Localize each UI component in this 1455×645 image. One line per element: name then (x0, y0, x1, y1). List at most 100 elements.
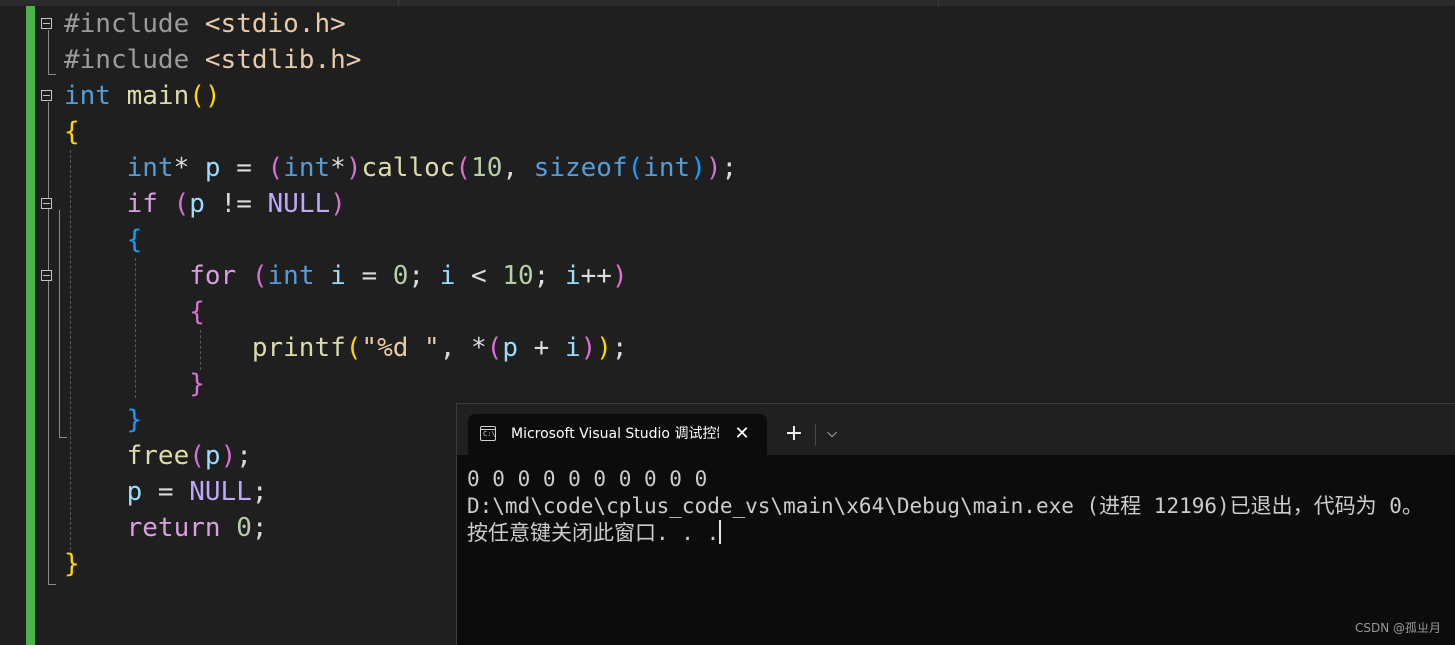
collapse-icon[interactable] (41, 18, 52, 29)
code-token: ( (486, 333, 503, 363)
code-token: "%d " (361, 333, 440, 363)
code-token: { (64, 117, 80, 147)
code-token: ( (251, 261, 268, 291)
code-line[interactable]: #include <stdlib.h> (64, 42, 361, 78)
chevron-down-icon[interactable]: ⌵ (821, 420, 843, 448)
code-token: ; (236, 441, 252, 471)
code-token: ( (455, 153, 472, 183)
code-token: ; (611, 333, 628, 363)
code-token: } (126, 405, 143, 435)
code-token: for (189, 261, 237, 291)
code-token: ) (596, 333, 612, 363)
code-line[interactable]: printf("%d ", *(p + i)); (64, 330, 628, 366)
code-token: p (204, 153, 221, 183)
collapse-icon[interactable] (41, 90, 52, 101)
code-line[interactable]: return 0; (64, 510, 268, 546)
code-token: ++ (580, 261, 612, 291)
code-token: * (330, 153, 346, 183)
code-token: ; (408, 261, 440, 291)
code-token: = (220, 153, 268, 183)
code-token: i (564, 333, 581, 363)
console-output-line: 0 0 0 0 0 0 0 0 0 0 (467, 467, 708, 491)
text-cursor (719, 520, 722, 544)
console-output-line: D:\md\code\cplus_code_vs\main\x64\Debug\… (467, 494, 1423, 518)
code-token: ( (173, 189, 190, 219)
code-token: ( (267, 153, 284, 183)
code-token: { (126, 225, 143, 255)
code-token: } (64, 549, 80, 579)
code-token: 0 (392, 261, 409, 291)
code-line[interactable]: int* p = (int*)calloc(10, sizeof(int)); (64, 150, 738, 186)
code-token: ( (627, 153, 644, 183)
fold-line (48, 30, 49, 74)
code-token: ) (330, 189, 346, 219)
code-token: ; (251, 513, 268, 543)
code-token: <stdlib.h> (204, 45, 362, 75)
console-output[interactable]: 0 0 0 0 0 0 0 0 0 0 D:\md\code\cplus_cod… (467, 466, 1452, 547)
code-token: ( (189, 441, 205, 471)
code-line[interactable]: { (64, 294, 205, 330)
new-tab-button[interactable]: + (782, 420, 806, 448)
code-token: int (643, 153, 691, 183)
code-token: ) (345, 153, 362, 183)
debug-console-window[interactable]: C:\ Microsoft Visual Studio 调试控制台 ✕ + ⌵ … (456, 403, 1455, 645)
code-line[interactable]: } (64, 402, 143, 438)
code-token: i (564, 261, 581, 291)
collapse-icon[interactable] (41, 270, 52, 281)
code-token: = (345, 261, 393, 291)
editor-tab-segment (398, 0, 939, 6)
code-token: 10 (502, 261, 534, 291)
code-token: int (267, 261, 315, 291)
code-token: ; (251, 477, 268, 507)
code-token: int (64, 81, 111, 111)
code-line[interactable]: { (64, 114, 80, 150)
code-token: #include (64, 45, 205, 75)
console-tab-title: Microsoft Visual Studio 调试控制台 (511, 426, 719, 442)
code-token: NULL (189, 477, 252, 507)
code-line[interactable]: { (64, 222, 143, 258)
change-indicator-bar (26, 6, 35, 645)
code-token: ; (721, 153, 738, 183)
code-token: ) (220, 441, 237, 471)
code-token: #include (64, 9, 205, 39)
code-token: main (126, 81, 190, 111)
code-line[interactable]: #include <stdio.h> (64, 6, 346, 42)
console-titlebar[interactable]: C:\ Microsoft Visual Studio 调试控制台 ✕ + ⌵ (457, 404, 1455, 455)
code-token: = (142, 477, 190, 507)
fold-end (48, 74, 56, 75)
console-output-line: 按任意键关闭此窗口. . . (467, 520, 1452, 547)
code-token: , * (439, 333, 487, 363)
code-token: i (330, 261, 346, 291)
code-token: return (126, 513, 221, 543)
code-line[interactable]: } (64, 366, 205, 402)
code-line[interactable]: int main() (64, 78, 221, 114)
collapse-icon[interactable] (41, 198, 52, 209)
code-token: if (126, 189, 158, 219)
fold-line (59, 210, 60, 437)
code-line[interactable]: p = NULL; (64, 474, 268, 510)
code-token: 0 (236, 513, 252, 543)
code-token: int (126, 153, 174, 183)
code-line[interactable]: } (64, 546, 80, 582)
console-prompt-text: 按任意键关闭此窗口. . . (467, 521, 720, 545)
code-token: != (204, 189, 268, 219)
code-line[interactable]: free(p); (64, 438, 252, 474)
code-token: free (126, 441, 190, 471)
code-token: < (455, 261, 503, 291)
fold-end (48, 584, 56, 585)
code-token: 10 (471, 153, 503, 183)
fold-line (48, 102, 49, 584)
close-tab-button[interactable]: ✕ (732, 414, 752, 455)
console-tab[interactable]: C:\ Microsoft Visual Studio 调试控制台 ✕ (468, 414, 767, 455)
code-line[interactable]: if (p != NULL) (64, 186, 346, 222)
code-line[interactable]: for (int i = 0; i < 10; i++) (64, 258, 627, 294)
